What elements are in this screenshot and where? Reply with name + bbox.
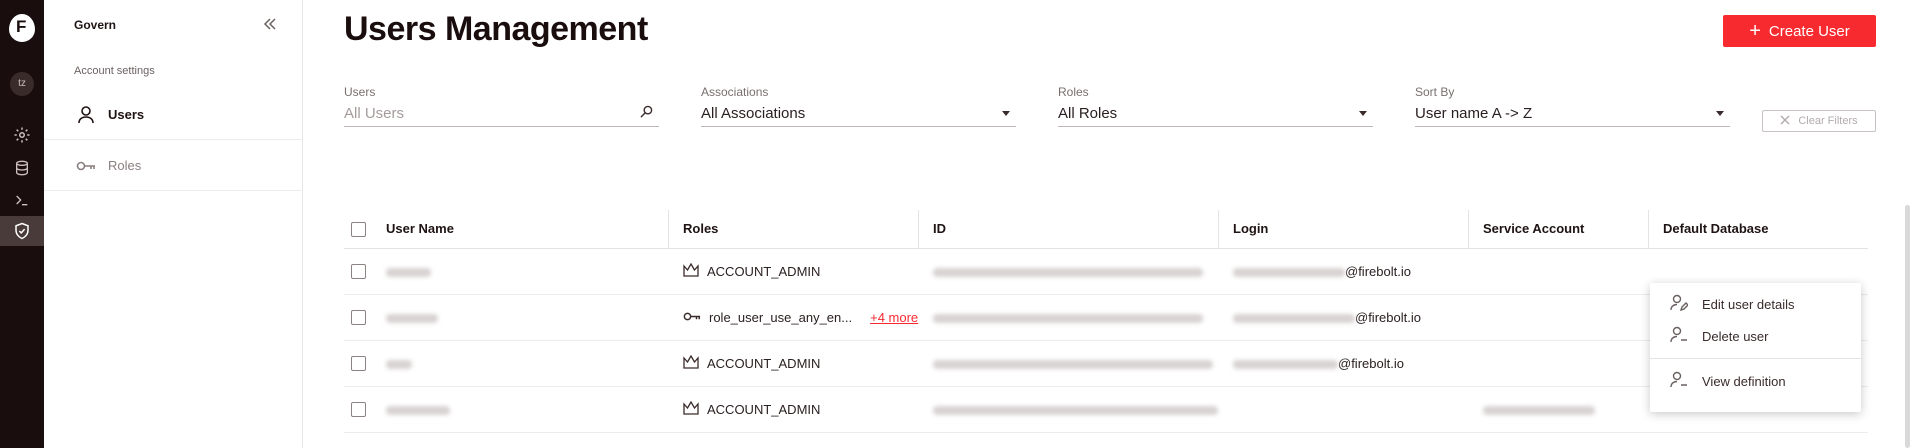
roles-value: All Roles	[1058, 105, 1118, 122]
firebolt-logo-icon[interactable]	[9, 14, 35, 42]
redacted-login	[1233, 359, 1338, 369]
users-table: User Name Roles ID Login Service Account…	[344, 210, 1868, 433]
caret-down-icon	[1716, 111, 1724, 116]
sidebar-item-label: Users	[108, 107, 145, 122]
associations-select[interactable]: All Associations	[701, 101, 1016, 127]
sort-filter-label: Sort By	[1415, 85, 1455, 99]
view-user-icon	[1670, 371, 1688, 392]
associations-filter: Associations All Associations	[701, 85, 1016, 127]
select-all-checkbox[interactable]	[351, 221, 366, 237]
terminal-icon[interactable]	[0, 185, 44, 215]
users-filter-label: Users	[344, 85, 376, 99]
plus-icon: +	[1749, 20, 1761, 42]
redacted-service-account	[1483, 405, 1595, 415]
app-rail: tz	[0, 0, 44, 448]
avatar[interactable]: tz	[10, 72, 34, 96]
role-name: role_user_use_any_en...	[709, 309, 853, 325]
sidebar-section-label: Account settings	[74, 65, 155, 77]
key-icon	[76, 156, 96, 176]
sidebar: Govern Account settings Users Roles	[44, 0, 303, 448]
users-search-input[interactable]: All Users	[344, 101, 659, 127]
redacted-user-name	[386, 359, 412, 369]
column-default-database[interactable]: Default Database	[1649, 210, 1868, 249]
key-icon	[683, 310, 701, 325]
redacted-user-name	[386, 267, 431, 277]
row-checkbox[interactable]	[351, 402, 366, 418]
roles-filter-label: Roles	[1058, 85, 1089, 99]
sort-filter: Sort By User name A -> Z	[1415, 85, 1730, 127]
close-icon	[1780, 115, 1790, 128]
table-header-row: User Name Roles ID Login Service Account…	[344, 210, 1868, 249]
user-icon	[76, 105, 96, 125]
table-row[interactable]: ACCOUNT_ADMIN	[344, 386, 1868, 433]
menu-item-label: Delete user	[1702, 328, 1769, 344]
sort-value: User name A -> Z	[1415, 105, 1533, 122]
associations-filter-label: Associations	[701, 85, 769, 99]
delete-user-icon	[1670, 326, 1688, 347]
search-icon	[640, 105, 653, 122]
column-service-account[interactable]: Service Account	[1469, 210, 1649, 249]
menu-item-label: View definition	[1702, 373, 1786, 389]
redacted-login	[1233, 267, 1345, 277]
sidebar-title: Govern	[74, 18, 117, 32]
view-definition-menu-item[interactable]: View definition	[1650, 365, 1861, 397]
redacted-id	[933, 267, 1203, 277]
edit-user-details-menu-item[interactable]: Edit user details	[1650, 288, 1861, 320]
redacted-user-name	[386, 405, 450, 415]
redacted-id	[933, 405, 1218, 415]
crown-icon	[683, 262, 699, 280]
caret-down-icon	[1002, 111, 1010, 116]
login-domain: @firebolt.io	[1355, 309, 1421, 325]
database-icon[interactable]	[0, 153, 44, 183]
table-row[interactable]: ACCOUNT_ADMIN @firebolt.io	[344, 248, 1868, 295]
clear-filters-label: Clear Filters	[1798, 115, 1858, 127]
row-context-menu: Edit user details Delete user View defin…	[1650, 283, 1861, 412]
sort-select[interactable]: User name A -> Z	[1415, 101, 1730, 127]
redacted-login	[1233, 313, 1355, 323]
role-name: ACCOUNT_ADMIN	[707, 263, 821, 279]
table-row[interactable]: role_user_use_any_en... +4 more @firebol…	[344, 294, 1868, 341]
redacted-id	[933, 313, 1203, 323]
table-row[interactable]: ACCOUNT_ADMIN @firebolt.io	[344, 340, 1868, 387]
settings-icon[interactable]	[0, 120, 44, 150]
scrollbar[interactable]	[1905, 205, 1910, 448]
row-checkbox[interactable]	[351, 264, 366, 280]
clear-filters-button[interactable]: Clear Filters	[1762, 110, 1876, 132]
page-title: Users Management	[344, 10, 648, 48]
users-filter: Users All Users	[344, 85, 659, 127]
collapse-sidebar-icon[interactable]	[260, 14, 280, 34]
column-id[interactable]: ID	[919, 210, 1219, 249]
edit-user-icon	[1670, 294, 1689, 315]
sidebar-item-roles[interactable]: Roles	[44, 141, 303, 191]
menu-item-label: Edit user details	[1702, 296, 1795, 312]
select-all-header	[344, 210, 386, 249]
menu-divider	[1650, 358, 1861, 359]
create-user-button[interactable]: + Create User	[1723, 15, 1876, 47]
more-roles-link[interactable]: +4 more	[870, 310, 918, 325]
crown-icon	[683, 400, 699, 418]
caret-down-icon	[1359, 111, 1367, 116]
roles-filter: Roles All Roles	[1058, 85, 1373, 127]
column-user-name[interactable]: User Name	[386, 210, 669, 249]
column-login[interactable]: Login	[1219, 210, 1469, 249]
users-search-placeholder: All Users	[344, 105, 405, 122]
shield-icon[interactable]	[0, 216, 44, 246]
redacted-id	[933, 359, 1213, 369]
row-checkbox[interactable]	[351, 356, 366, 372]
create-user-label: Create User	[1768, 22, 1850, 40]
role-name: ACCOUNT_ADMIN	[707, 401, 821, 417]
redacted-user-name	[386, 313, 438, 323]
login-domain: @firebolt.io	[1345, 263, 1411, 279]
role-name: ACCOUNT_ADMIN	[707, 355, 821, 371]
sidebar-item-users[interactable]: Users	[44, 90, 303, 140]
roles-select[interactable]: All Roles	[1058, 101, 1373, 127]
delete-user-menu-item[interactable]: Delete user	[1650, 320, 1861, 352]
column-roles[interactable]: Roles	[669, 210, 919, 249]
crown-icon	[683, 354, 699, 372]
sidebar-item-label: Roles	[108, 158, 142, 173]
associations-value: All Associations	[701, 105, 806, 122]
login-domain: @firebolt.io	[1338, 355, 1404, 371]
row-checkbox[interactable]	[351, 310, 366, 326]
